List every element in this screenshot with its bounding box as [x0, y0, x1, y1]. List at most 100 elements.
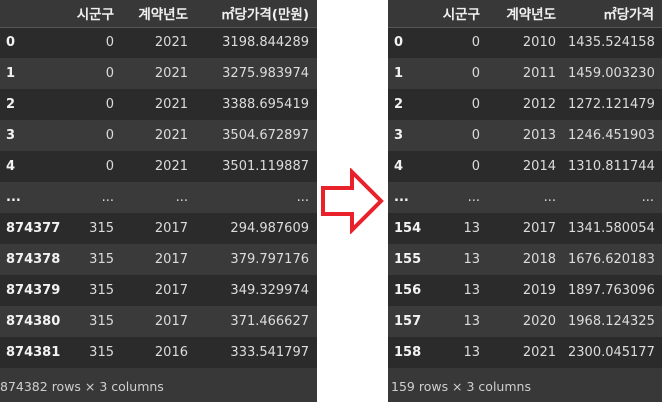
table-row: 2 0 2012 1272.121479: [388, 89, 662, 120]
row-index: 874377: [6, 221, 61, 236]
table-cell: 2019: [522, 283, 556, 298]
table-cell: 349.329974: [230, 283, 309, 298]
table-cell: 3504.672897: [222, 128, 309, 143]
left-index-header: [0, 0, 62, 28]
table-cell: ...: [467, 190, 480, 205]
table-cell: 2010: [522, 35, 556, 51]
row-index: 874379: [6, 283, 61, 298]
table-cell: 13: [463, 221, 480, 236]
right-shape-summary: 159 rows × 3 columns: [388, 371, 662, 402]
table-row: 2 0 2021 3388.695419: [0, 89, 317, 120]
table-cell: 371.466627: [230, 314, 309, 329]
table-cell: 2017: [154, 221, 188, 236]
table-cell: 2013: [522, 128, 556, 143]
table-cell: 315: [89, 345, 114, 360]
table-cell: 2018: [522, 252, 556, 267]
right-index-header: [388, 0, 434, 28]
table-cell: 13: [463, 314, 480, 329]
table-cell: 333.541797: [230, 345, 309, 360]
table-cell: 13: [463, 345, 480, 360]
row-index: 157: [394, 314, 422, 329]
table-row: 1 0 2021 3275.983974: [0, 58, 317, 89]
left-column-header: ㎡당가격(만원): [196, 0, 317, 28]
row-index: 0: [394, 35, 404, 51]
right-column-header: ㎡당가격: [564, 0, 662, 28]
table-cell: 0: [471, 128, 480, 143]
table-cell: 3198.844289: [222, 35, 309, 51]
row-index: 2: [394, 97, 404, 112]
table-row: 0 0 2010 1435.524158: [388, 27, 662, 58]
table-cell: ...: [296, 190, 309, 205]
left-dataframe-output: 시군구 계약년도 ㎡당가격(만원) 0 0 2021 3198.844289 1…: [0, 0, 317, 402]
table-cell: 315: [89, 314, 114, 329]
row-index: 1: [394, 66, 404, 81]
table-cell: 2014: [522, 159, 556, 174]
left-shape-summary: 874382 rows × 3 columns: [0, 371, 317, 402]
table-cell: 1676.620183: [568, 252, 655, 267]
row-index: 154: [394, 221, 422, 236]
table-cell: 379.797176: [230, 252, 309, 267]
table-row: 874379 315 2017 349.329974: [0, 275, 317, 306]
row-index: 874381: [6, 345, 61, 360]
table-row: 4 0 2021 3501.119887: [0, 151, 317, 182]
table-cell: 1310.811744: [568, 159, 655, 174]
table-cell: 1459.003230: [568, 66, 655, 81]
table-row: 874380 315 2017 371.466627: [0, 306, 317, 337]
table-cell: 1341.580054: [568, 221, 655, 236]
table-cell: 1246.451903: [568, 128, 655, 143]
table-row: 3 0 2021 3504.672897: [0, 120, 317, 151]
table-cell: 0: [471, 159, 480, 174]
table-cell: 294.987609: [230, 221, 309, 236]
table-cell: 13: [463, 252, 480, 267]
table-cell: 2021: [154, 35, 188, 51]
left-header-row: 시군구 계약년도 ㎡당가격(만원): [0, 0, 317, 28]
table-cell: 2012: [522, 97, 556, 112]
table-row-ellipsis: ... ... ... ...: [388, 182, 662, 213]
table-row: 874377 315 2017 294.987609: [0, 213, 317, 244]
table-cell: 13: [463, 283, 480, 298]
table-row: 155 13 2018 1676.620183: [388, 244, 662, 275]
table-cell: 2011: [522, 66, 556, 81]
right-dataframe-table: 시군구 계약년도 ㎡당가격 0 0 2010 1435.524158 1 0 2…: [388, 0, 662, 368]
table-cell: ...: [101, 190, 114, 205]
row-index: 3: [6, 128, 16, 143]
table-row-ellipsis: ... ... ... ...: [0, 182, 317, 213]
table-cell: ...: [641, 190, 654, 205]
table-cell: 0: [105, 159, 114, 174]
right-header-row: 시군구 계약년도 ㎡당가격: [388, 0, 662, 28]
row-index: 158: [394, 345, 422, 360]
row-index: ...: [394, 190, 409, 205]
table-row: 158 13 2021 2300.045177: [388, 337, 662, 368]
table-cell: 1897.763096: [568, 283, 655, 298]
table-cell: 0: [105, 35, 114, 51]
screenshot-stage: 시군구 계약년도 ㎡당가격(만원) 0 0 2021 3198.844289 1…: [0, 0, 662, 402]
table-cell: 315: [89, 283, 114, 298]
row-index: 156: [394, 283, 422, 298]
table-cell: 2017: [154, 252, 188, 267]
table-cell: 2016: [154, 345, 188, 360]
row-index: 4: [6, 159, 16, 174]
table-cell: 2300.045177: [568, 345, 655, 360]
row-index: 874378: [6, 252, 61, 267]
table-cell: 0: [105, 97, 114, 112]
table-cell: 3501.119887: [222, 159, 309, 174]
table-cell: 0: [105, 128, 114, 143]
row-index: 1: [6, 66, 16, 81]
left-column-header: 시군구: [62, 0, 122, 28]
table-row: 874381 315 2016 333.541797: [0, 337, 317, 368]
table-cell: 2021: [154, 159, 188, 174]
row-index: ...: [6, 190, 21, 205]
table-cell: 2017: [522, 221, 556, 236]
table-row: 3 0 2013 1246.451903: [388, 120, 662, 151]
row-index: 874380: [6, 314, 61, 329]
table-row: 0 0 2021 3198.844289: [0, 27, 317, 58]
table-row: 157 13 2020 1968.124325: [388, 306, 662, 337]
right-column-header: 시군구: [434, 0, 488, 28]
table-cell: 2021: [522, 345, 556, 360]
row-index: 155: [394, 252, 422, 267]
right-arrow-icon: [321, 168, 384, 234]
table-cell: 2021: [154, 97, 188, 112]
table-row: 1 0 2011 1459.003230: [388, 58, 662, 89]
row-index: 2: [6, 97, 16, 112]
table-cell: 2020: [522, 314, 556, 329]
